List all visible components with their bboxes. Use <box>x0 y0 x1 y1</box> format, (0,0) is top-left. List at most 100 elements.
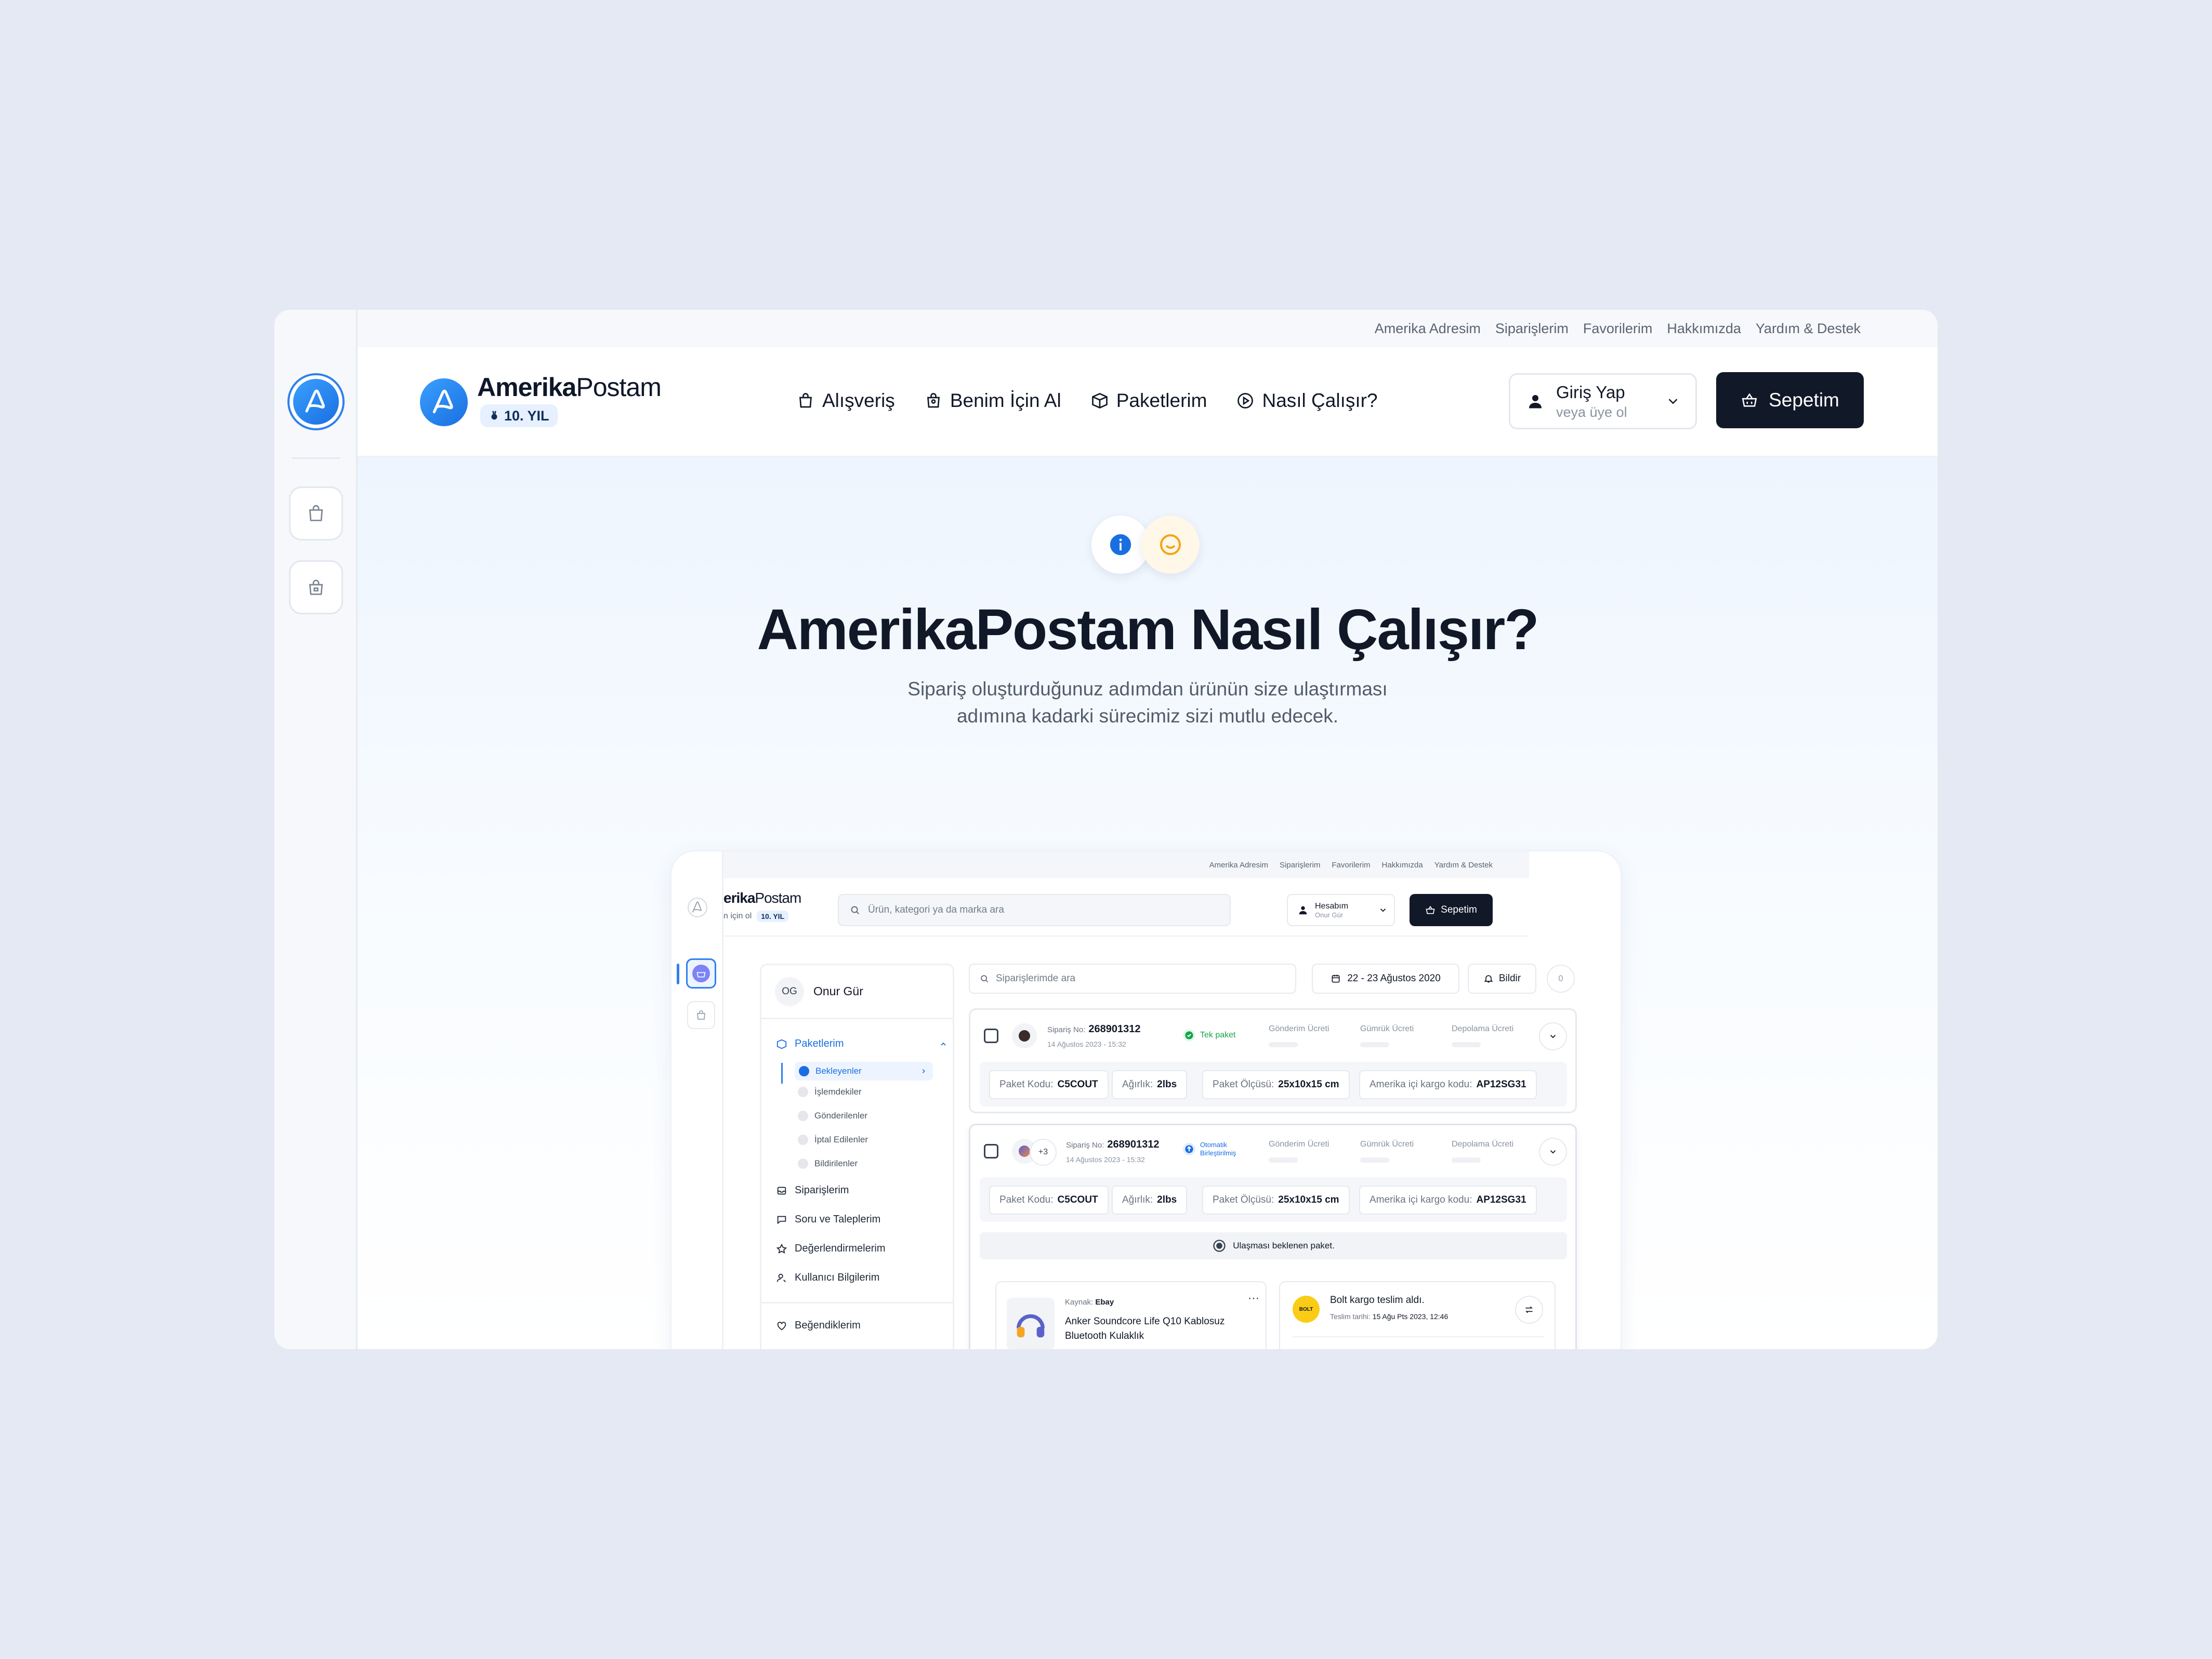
carrier-logo: BOLT <box>1293 1296 1320 1323</box>
order-checkbox[interactable] <box>984 1144 998 1158</box>
rail-shop-button[interactable] <box>289 486 343 541</box>
utility-link-orders[interactable]: Siparişlerim <box>1495 321 1569 337</box>
swap-button[interactable] <box>1515 1296 1543 1324</box>
preview-search-placeholder: Ürün, kategori ya da marka ara <box>868 904 1004 915</box>
nav-buy-for-me[interactable]: Benim İçin Al <box>924 390 1061 412</box>
chevron-down-icon <box>1550 1150 1556 1154</box>
menu-label: Soru ve Taleplerim <box>795 1214 881 1225</box>
menu-likes[interactable]: Beğendiklerim <box>776 1320 861 1332</box>
package-icon <box>1091 393 1108 409</box>
menu-packages[interactable]: Paketlerim <box>776 1038 947 1050</box>
menu-user-info[interactable]: Kullanıcı Bilgilerim <box>776 1272 879 1284</box>
detail-chip: Paket Kodu: C5COUT <box>989 1186 1109 1215</box>
preview-user-row: OG Onur Gür <box>761 965 953 1019</box>
search-icon <box>981 975 989 983</box>
product-card[interactable]: Kaynak: Ebay Anker Soundcore Life Q10 Ka… <box>995 1281 1267 1349</box>
user-settings-icon <box>776 1273 786 1282</box>
delivery-title: Bolt kargo teslim aldı. <box>1330 1295 1425 1306</box>
calendar-icon <box>1332 975 1340 983</box>
submenu-pending[interactable]: Bekleyenler <box>795 1062 933 1081</box>
brand-name[interactable]: AmerikaPostam <box>477 372 662 402</box>
order-checkbox[interactable] <box>984 1029 998 1043</box>
preview-utility-link[interactable]: Amerika Adresim <box>1209 861 1268 870</box>
preview-brand[interactable]: erikaPostam <box>723 890 801 906</box>
expand-button[interactable] <box>1539 1022 1567 1050</box>
notify-button[interactable]: Bildir <box>1468 964 1536 994</box>
more-options-icon[interactable]: ⋯ <box>1248 1292 1259 1305</box>
delivery-date-value: 15 Ağu Pts 2023, 12:46 <box>1372 1312 1449 1321</box>
heart-icon <box>777 1321 786 1330</box>
value-placeholder <box>1360 1157 1389 1163</box>
order-card: Sipariş No: 268901312 14 Ağustos 2023 - 1… <box>969 1008 1577 1113</box>
package-details: Paket Kodu: C5COUT Ağırlık: 2lbs Paket Ölç… <box>980 1177 1567 1222</box>
nav-shopping[interactable]: Alışveriş <box>796 390 895 412</box>
order-date: 14 Ağustos 2023 - 15:32 <box>1066 1155 1145 1164</box>
menu-label: Kullanıcı Bilgilerim <box>795 1272 880 1283</box>
preview-utility-link[interactable]: Siparişlerim <box>1280 861 1320 870</box>
storage-fee-label: Depolama Ücreti <box>1452 1024 1514 1033</box>
detail-chip: Paket Kodu: C5COUT <box>989 1070 1109 1099</box>
utility-link-about[interactable]: Hakkımızda <box>1667 321 1741 337</box>
preview-rail <box>672 851 723 1349</box>
preview-rail-lock-button[interactable] <box>687 1001 715 1029</box>
menu-reviews[interactable]: Değerlendirmelerim <box>776 1243 886 1255</box>
logo-a-icon <box>688 898 707 917</box>
utility-link-help[interactable]: Yardım & Destek <box>1756 321 1861 337</box>
login-dropdown[interactable]: Giriş Yap veya üye ol <box>1509 373 1697 429</box>
extra-items-count: +3 <box>1038 1148 1048 1156</box>
detail-chip: Ağırlık: 2lbs <box>1112 1186 1188 1215</box>
preview-account-dropdown[interactable]: Hesabım Onur Gür <box>1287 894 1395 926</box>
status-badge: Tek paket <box>1182 1029 1235 1042</box>
smile-badge <box>1141 516 1200 574</box>
menu-packages-label: Paketlerim <box>795 1038 844 1049</box>
menu-tickets[interactable]: Soru ve Taleplerim <box>776 1214 880 1226</box>
rail-logo[interactable] <box>287 373 345 430</box>
preview-rail-package-button[interactable] <box>686 958 716 989</box>
preview-search-input[interactable]: Ürün, kategori ya da marka ara <box>838 894 1231 926</box>
rail-lock-button[interactable] <box>289 560 343 614</box>
chevron-down-icon <box>1380 908 1386 912</box>
nav-how-it-works[interactable]: Nasıl Çalışır? <box>1236 390 1378 412</box>
brand-logo[interactable] <box>420 378 468 426</box>
order-card: +3 Sipariş No: 268901312 14 Ağustos 2023 … <box>969 1124 1577 1349</box>
utility-link-address[interactable]: Amerika Adresim <box>1375 321 1481 337</box>
orders-search-input[interactable]: Siparişlerimde ara <box>969 964 1296 994</box>
preview-utility-link[interactable]: Yardım & Destek <box>1434 861 1493 870</box>
preview-account-title: Hesabım <box>1315 901 1349 911</box>
status-dot <box>798 1158 808 1169</box>
preview-utility-link[interactable]: Favorilerim <box>1332 861 1370 870</box>
status-dot <box>798 1135 808 1145</box>
preview-cart-button[interactable]: Sepetim <box>1410 894 1493 926</box>
expand-button[interactable] <box>1539 1138 1567 1166</box>
locked-bag-icon <box>697 1010 705 1020</box>
chip-label: Ağırlık: <box>1122 1194 1153 1205</box>
extra-items-badge[interactable]: +3 <box>1030 1139 1057 1166</box>
value-placeholder <box>1360 1042 1389 1047</box>
submenu-reported[interactable]: Bildirilenler <box>798 1158 858 1169</box>
package-icon <box>776 1039 787 1049</box>
locked-bag-icon <box>309 580 323 595</box>
smile-icon <box>1160 534 1181 555</box>
preview-utility-bar: Amerika Adresim Siparişlerim Favorilerim… <box>723 851 1529 878</box>
chip-value: 2lbs <box>1157 1194 1177 1205</box>
utility-link-favorites[interactable]: Favorilerim <box>1583 321 1653 337</box>
order-number: Sipariş No: 268901312 <box>1047 1023 1140 1035</box>
page-title: AmerikaPostam Nasıl Çalışır? <box>757 598 1539 662</box>
nav-packages[interactable]: Paketlerim <box>1090 390 1207 412</box>
delivery-date-label: Teslim tarihi: <box>1330 1312 1371 1321</box>
preview-utility-link[interactable]: Hakkımızda <box>1382 861 1423 870</box>
submenu-guide-line <box>781 1063 783 1084</box>
chip-value: C5COUT <box>1057 1079 1098 1090</box>
carrier-logo-text: BOLT <box>1299 1306 1313 1312</box>
notification-count[interactable]: 0 <box>1547 965 1575 993</box>
cart-button[interactable]: Sepetim <box>1716 372 1864 428</box>
menu-label: Değerlendirmelerim <box>795 1243 886 1254</box>
nav-label: Benim İçin Al <box>950 390 1061 411</box>
order-number: Sipariş No: 268901312 <box>1066 1139 1159 1151</box>
submenu-shipped[interactable]: Gönderilenler <box>798 1111 867 1121</box>
submenu-processing[interactable]: İşlemdekiler <box>798 1087 862 1097</box>
menu-orders[interactable]: Siparişlerim <box>776 1184 849 1196</box>
app-window: Amerika Adresim Siparişlerim Favorilerim… <box>274 310 1938 1349</box>
date-range-picker[interactable]: 22 - 23 Ağustos 2020 <box>1312 964 1459 994</box>
submenu-cancelled[interactable]: İptal Edilenler <box>798 1135 868 1145</box>
